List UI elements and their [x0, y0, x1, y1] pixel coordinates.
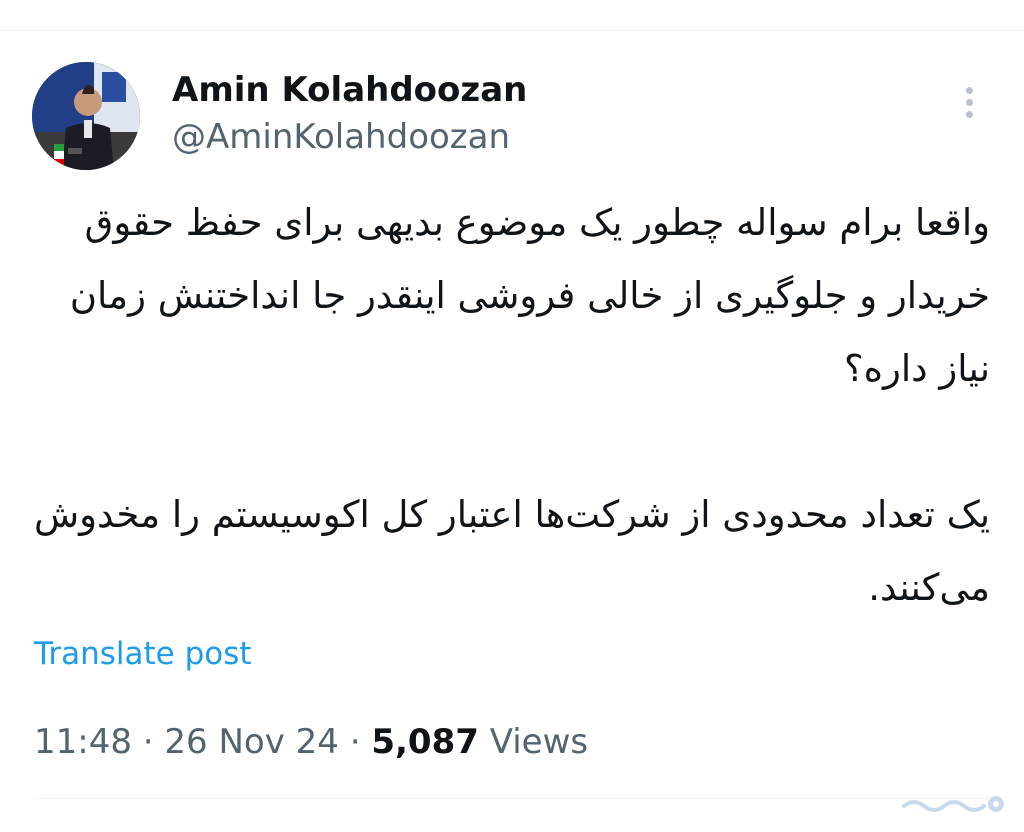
- avatar[interactable]: [32, 62, 140, 170]
- author-display-name[interactable]: Amin Kolahdoozan: [172, 68, 527, 112]
- author-handle[interactable]: @AminKolahdoozan: [172, 115, 510, 159]
- meta-separator: ·: [131, 722, 165, 762]
- tweet-text: واقعا برام سواله چطور یک موضوع بدیهی برا…: [30, 186, 990, 624]
- ellipsis-dot: [965, 87, 973, 94]
- site-watermark-icon: [900, 790, 1008, 816]
- tweet-paragraph: یک تعداد محدودی از شرکت‌ها اعتبار کل اکو…: [33, 493, 990, 609]
- profile-photo-icon: [32, 62, 140, 170]
- translate-post-link[interactable]: Translate post: [34, 632, 252, 676]
- top-divider: [0, 30, 1024, 31]
- bottom-divider: [34, 798, 990, 799]
- tweet-date[interactable]: 26 Nov 24: [164, 722, 339, 762]
- tweet-time[interactable]: 11:48: [34, 722, 132, 762]
- ellipsis-dot: [965, 111, 973, 118]
- watermark-logo-icon: [902, 796, 1004, 812]
- tweet-meta: 11:48 · 26 Nov 24 · 5,087 Views: [34, 718, 588, 766]
- meta-separator: ·: [338, 722, 372, 762]
- views-count: 5,087: [371, 722, 479, 762]
- tweet-paragraph: واقعا برام سواله چطور یک موضوع بدیهی برا…: [69, 201, 990, 390]
- views-label: Views: [478, 722, 589, 762]
- ellipsis-dot: [965, 99, 973, 106]
- more-options-icon[interactable]: [952, 84, 986, 124]
